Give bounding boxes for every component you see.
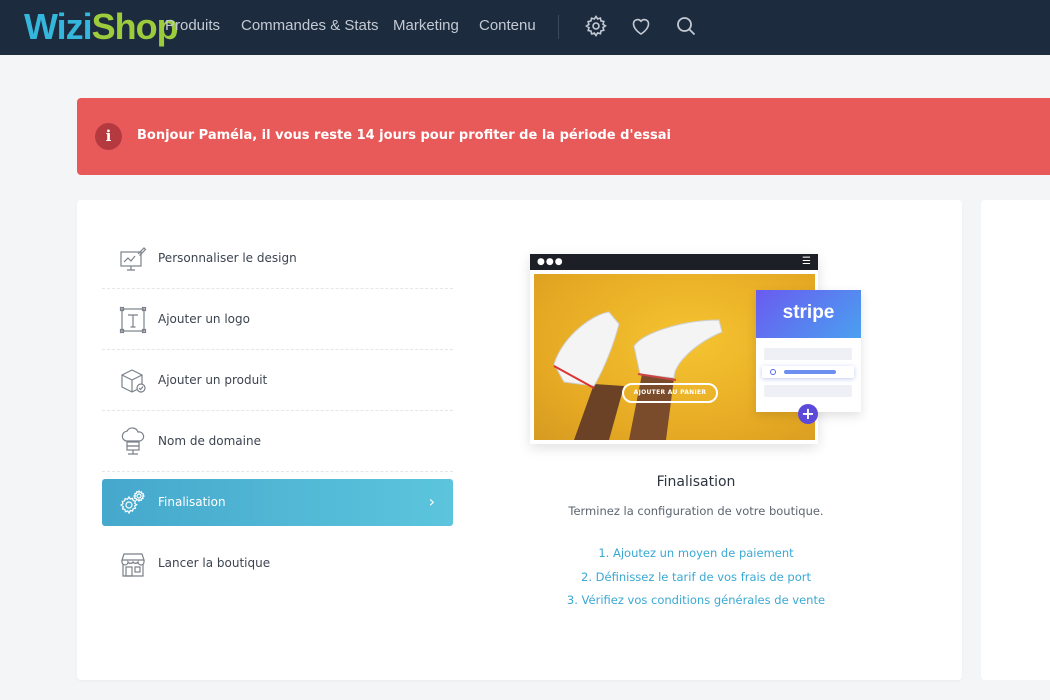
wizishop-logo[interactable]: WiziShop	[24, 6, 179, 48]
text-frame-icon	[118, 305, 148, 335]
step-ajouter-logo[interactable]: Ajouter un logo	[102, 289, 453, 350]
stripe-row	[764, 385, 852, 397]
info-icon: i	[95, 123, 122, 150]
nav-marketing[interactable]: Marketing	[393, 17, 459, 34]
design-monitor-icon	[118, 244, 148, 274]
search-icon[interactable]	[674, 14, 698, 38]
browser-titlebar: ●●● ☰	[530, 254, 818, 270]
add-to-cart-button: AJOUTER AU PANIER	[622, 383, 718, 403]
top-navigation-bar: WiziShop Produits Commandes & Stats Mark…	[0, 0, 1050, 55]
finalisation-title: Finalisation	[656, 474, 736, 490]
gear-icon[interactable]	[584, 14, 608, 38]
stripe-row-selected	[762, 366, 854, 378]
link-frais-port[interactable]: 2. Définissez le tarif de vos frais de p…	[530, 566, 862, 590]
nav-produits[interactable]: Produits	[165, 17, 220, 34]
link-conditions-generales[interactable]: 3. Vérifiez vos conditions générales de …	[530, 589, 862, 613]
window-dots-icon: ●●●	[537, 257, 564, 267]
stripe-card: stripe	[756, 290, 861, 412]
finalisation-links: 1. Ajoutez un moyen de paiement 2. Défin…	[530, 542, 862, 613]
heart-icon[interactable]	[629, 14, 653, 38]
nav-contenu[interactable]: Contenu	[479, 17, 536, 34]
radio-icon	[770, 369, 776, 375]
box-icon	[118, 366, 148, 396]
plus-icon: +	[798, 404, 818, 424]
storefront-icon	[118, 549, 148, 579]
gears-icon	[118, 488, 148, 518]
chevron-right-icon: ›	[428, 492, 435, 511]
stripe-bar	[784, 370, 836, 374]
step-lancer-boutique[interactable]: Lancer la boutique	[102, 533, 453, 594]
trial-alert-text: Bonjour Paméla, il vous reste 14 jours p…	[137, 128, 671, 143]
side-card	[981, 200, 1050, 680]
step-ajouter-produit[interactable]: Ajouter un produit	[102, 350, 453, 411]
finalisation-illustration: ●●● ☰ AJOUTER AU PANIER stripe +	[530, 254, 862, 444]
trial-alert-banner: i Bonjour Paméla, il vous reste 14 jours…	[77, 98, 1050, 175]
stripe-logo: stripe	[756, 290, 861, 338]
nav-commandes-stats[interactable]: Commandes & Stats	[241, 17, 379, 34]
cloud-server-icon	[118, 427, 148, 457]
step-nom-domaine[interactable]: Nom de domaine	[102, 411, 453, 472]
stripe-row	[764, 348, 852, 360]
setup-steps-list: Personnaliser le design Ajouter un logo …	[102, 228, 453, 594]
step-finalisation[interactable]: Finalisation ›	[102, 479, 453, 526]
nav-divider	[558, 15, 559, 39]
hamburger-menu-icon: ☰	[802, 256, 811, 267]
finalisation-subtitle: Terminez la configuration de votre bouti…	[568, 504, 824, 518]
step-personnaliser-design[interactable]: Personnaliser le design	[102, 228, 453, 289]
link-moyen-paiement[interactable]: 1. Ajoutez un moyen de paiement	[530, 542, 862, 566]
